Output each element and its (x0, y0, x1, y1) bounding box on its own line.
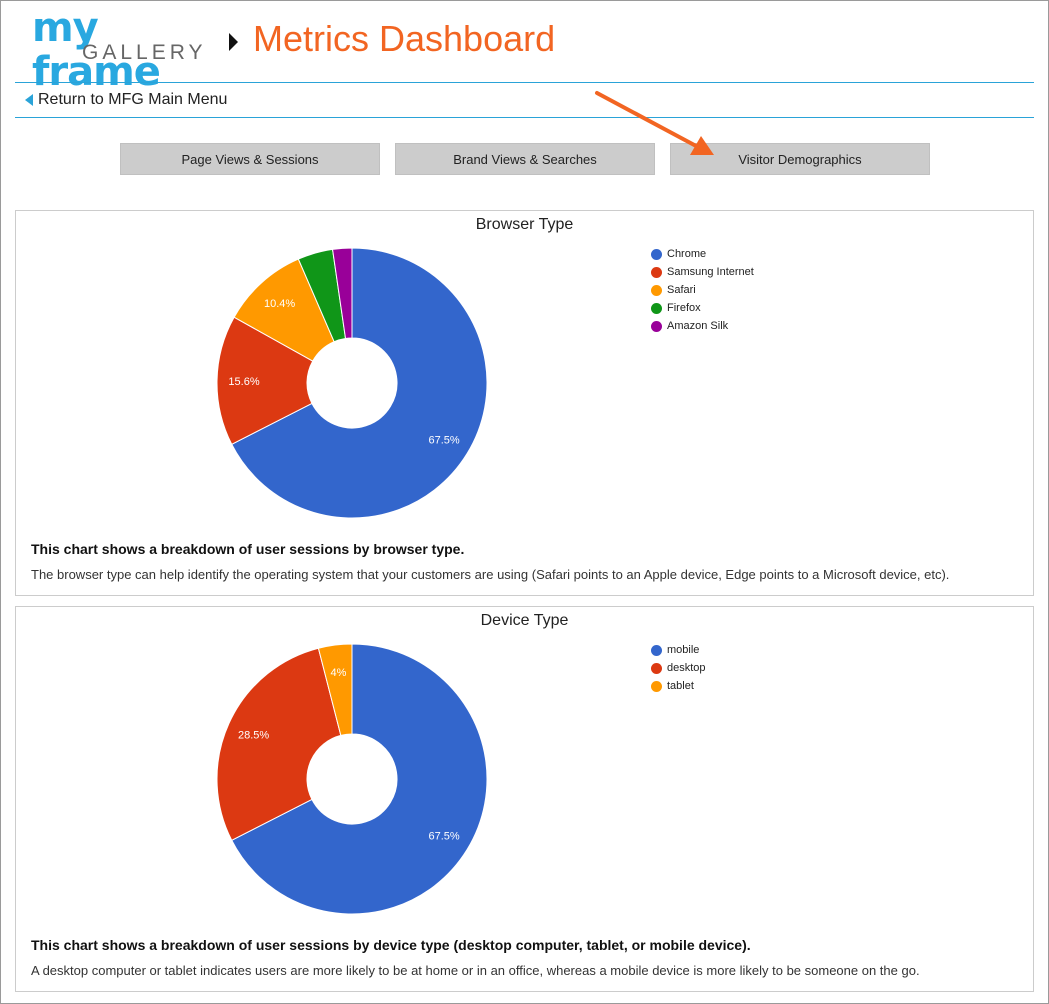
legend-label: Firefox (667, 302, 701, 314)
legend-dot-icon (651, 302, 662, 314)
legend-dot-icon (651, 320, 662, 332)
logo-wordmark-bottom: GALLERY (82, 41, 207, 64)
legend-item-safari[interactable]: Safari (651, 281, 754, 299)
legend-item-firefox[interactable]: Firefox (651, 299, 754, 317)
back-arrow-icon (25, 94, 33, 106)
legend-item-tablet[interactable]: tablet (651, 677, 706, 695)
slice-label-safari: 10.4% (264, 298, 295, 310)
legend-label: Safari (667, 284, 696, 296)
legend-label: Amazon Silk (667, 320, 729, 332)
legend-dot-icon (651, 284, 662, 296)
legend-item-desktop[interactable]: desktop (651, 659, 706, 677)
browser-type-panel: Browser Type 67.5% 15.6% 10.4% Chrome Samsu… (15, 210, 1034, 596)
header-rule-top (15, 82, 1034, 83)
legend-label: Samsung Internet (667, 266, 754, 278)
slice-label-samsung-internet: 15.6% (228, 376, 259, 388)
return-main-menu-label: Return to MFG Main Menu (38, 91, 228, 108)
device-legend: mobile desktop tablet (651, 641, 706, 695)
device-chart-description: A desktop computer or tablet indicates u… (31, 963, 920, 978)
mfg-logo[interactable]: my frame GALLERY (32, 6, 207, 94)
return-main-menu-link[interactable]: Return to MFG Main Menu (25, 90, 227, 110)
slice-label-tablet: 4% (331, 667, 347, 679)
callout-arrow-icon (595, 91, 714, 155)
page-title: Metrics Dashboard (253, 18, 556, 59)
device-type-panel: Device Type 67.5% 28.5% 4% mobile desktop ta… (15, 606, 1034, 992)
device-donut-chart: 67.5% 28.5% 4% (216, 643, 488, 915)
legend-label: tablet (667, 680, 694, 692)
tab-page-views-sessions[interactable]: Page Views & Sessions (120, 143, 380, 175)
title-arrow-icon (229, 33, 238, 51)
legend-label: mobile (667, 644, 700, 656)
legend-item-samsung-internet[interactable]: Samsung Internet (651, 263, 754, 281)
device-chart-description-heading: This chart shows a breakdown of user ses… (31, 937, 751, 953)
browser-chart-description-heading: This chart shows a breakdown of user ses… (31, 541, 465, 557)
slice-desktop[interactable] (216, 647, 342, 841)
legend-dot-icon (651, 266, 662, 278)
legend-dot-icon (651, 662, 662, 674)
slice-label-mobile: 67.5% (428, 830, 459, 842)
browser-donut-chart: 67.5% 15.6% 10.4% (216, 247, 488, 519)
legend-item-chrome[interactable]: Chrome (651, 245, 754, 263)
legend-dot-icon (651, 680, 662, 692)
legend-dot-icon (651, 248, 662, 260)
device-chart-title: Device Type (480, 612, 569, 629)
browser-chart-description: The browser type can help identify the o… (31, 567, 950, 582)
legend-label: desktop (667, 662, 706, 674)
legend-item-amazon-silk[interactable]: Amazon Silk (651, 317, 754, 335)
header-rule-bottom (15, 117, 1034, 118)
slice-label-chrome: 67.5% (428, 434, 459, 446)
legend-dot-icon (651, 644, 662, 656)
slice-label-desktop: 28.5% (238, 730, 269, 742)
legend-item-mobile[interactable]: mobile (651, 641, 706, 659)
legend-label: Chrome (667, 248, 707, 260)
browser-chart-title: Browser Type (475, 216, 574, 233)
browser-legend: Chrome Samsung Internet Safari Firefox Amazo… (651, 245, 754, 335)
